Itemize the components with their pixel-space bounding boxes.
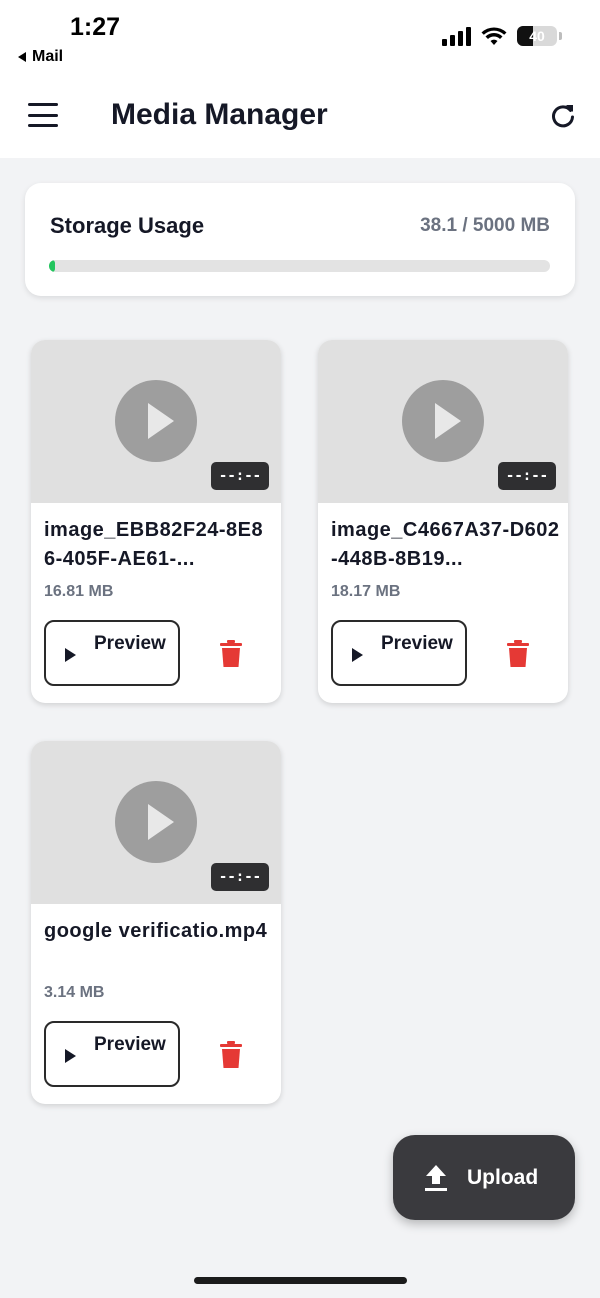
video-thumbnail[interactable]: --:-- (31, 741, 281, 904)
storage-progress-bar (49, 260, 550, 272)
preview-label: Preview (381, 633, 453, 654)
video-thumbnail[interactable]: --:-- (318, 340, 568, 503)
preview-label: Preview (94, 633, 166, 654)
storage-title: Storage Usage (50, 213, 205, 238)
status-icons: 40 (442, 26, 562, 46)
storage-usage-card: Storage Usage 38.1 / 5000 MB (25, 183, 575, 296)
trash-icon[interactable] (219, 640, 243, 668)
trash-icon[interactable] (219, 1041, 243, 1069)
duration-badge: --:-- (211, 462, 269, 490)
storage-progress-fill (49, 260, 55, 272)
upload-icon (425, 1165, 447, 1191)
upload-label: Upload (467, 1166, 539, 1189)
play-icon[interactable] (115, 380, 197, 462)
page-title: Media Manager (111, 98, 328, 131)
media-card: --:-- image_EBB82F24-8E86-405F-AE61-... … (31, 340, 281, 703)
file-name: image_C4667A37-D602-448B-8B19... (331, 519, 560, 570)
duration-badge: --:-- (498, 462, 556, 490)
play-icon[interactable] (402, 380, 484, 462)
play-icon[interactable] (115, 781, 197, 863)
media-card: --:-- image_C4667A37-D602-448B-8B19... 1… (318, 340, 568, 703)
play-small-icon (65, 1049, 76, 1063)
file-size: 3.14 MB (44, 984, 105, 1001)
status-time: 1:27 (70, 13, 121, 41)
trash-icon[interactable] (506, 640, 530, 668)
preview-label: Preview (94, 1034, 166, 1055)
app-header: 1:27 Mail 40 Media Manager (0, 0, 600, 158)
preview-button[interactable]: Preview (331, 620, 467, 686)
file-size: 16.81 MB (44, 583, 114, 600)
back-app-label: Mail (32, 48, 64, 65)
file-name: google verificatio.mp4 (44, 920, 268, 942)
upload-button[interactable]: Upload (393, 1135, 575, 1220)
file-size: 18.17 MB (331, 583, 401, 600)
video-thumbnail[interactable]: --:-- (31, 340, 281, 503)
home-indicator[interactable] (194, 1277, 407, 1284)
back-arrow-icon (18, 52, 26, 62)
refresh-icon[interactable] (548, 101, 578, 131)
wifi-icon (481, 27, 507, 45)
play-small-icon (352, 648, 363, 662)
file-name: image_EBB82F24-8E86-405F-AE61-... (44, 519, 264, 570)
preview-button[interactable]: Preview (44, 1021, 180, 1087)
media-card: --:-- google verificatio.mp4 3.14 MB Pre… (31, 741, 281, 1104)
back-to-mail-link[interactable]: Mail (18, 48, 63, 66)
storage-usage-value: 38.1 / 5000 MB (420, 215, 550, 236)
battery-icon: 40 (517, 26, 557, 46)
preview-button[interactable]: Preview (44, 620, 180, 686)
cellular-signal-icon (442, 26, 471, 46)
hamburger-menu-icon[interactable] (28, 103, 58, 127)
duration-badge: --:-- (211, 863, 269, 891)
battery-level: 40 (529, 28, 545, 44)
play-small-icon (65, 648, 76, 662)
